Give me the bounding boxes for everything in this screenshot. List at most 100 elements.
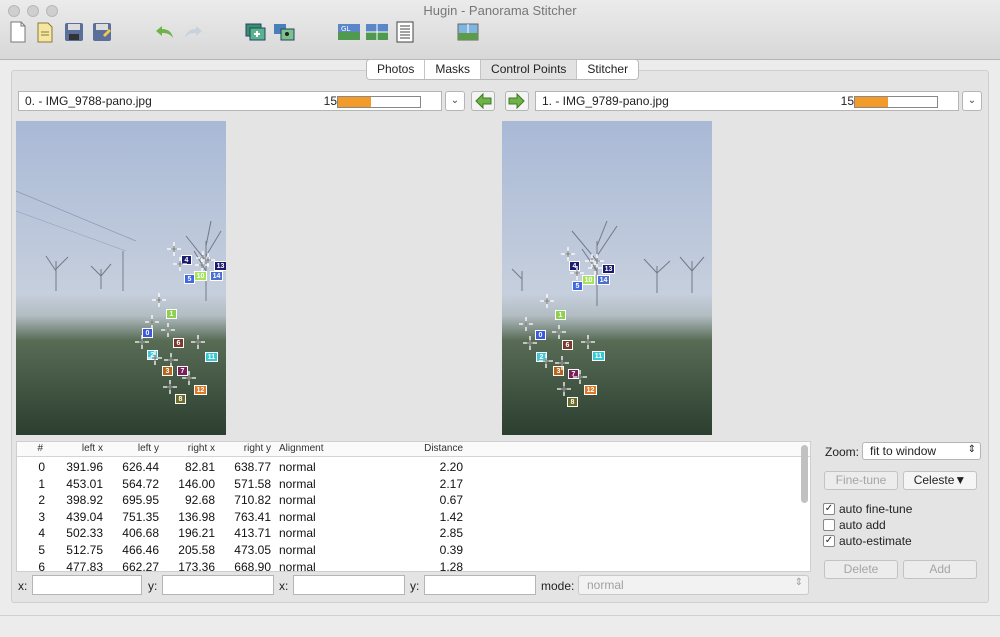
arrow-left-icon: [475, 92, 492, 110]
crosshair-icon[interactable]: [561, 247, 575, 261]
right-y-input[interactable]: [424, 575, 536, 595]
delete-button[interactable]: Delete: [824, 560, 898, 579]
column-header-right-x[interactable]: right x: [169, 443, 215, 454]
align-images-icon[interactable]: [272, 20, 296, 44]
control-point-label[interactable]: 6: [173, 338, 184, 348]
control-point-label[interactable]: 8: [175, 394, 186, 404]
new-project-icon[interactable]: [6, 20, 30, 44]
save-project-icon[interactable]: [62, 20, 86, 44]
crosshair-icon[interactable]: [191, 335, 205, 349]
left-x-input[interactable]: [32, 575, 142, 595]
cell-right-y: 710.82: [234, 493, 271, 508]
crosshair-icon[interactable]: [163, 380, 177, 394]
previous-image-button[interactable]: [471, 91, 495, 111]
tab-photos[interactable]: Photos: [367, 60, 426, 79]
control-point-label[interactable]: 12: [584, 385, 597, 395]
right-image-selector[interactable]: 1. - IMG_9789-pano.jpg 15: [535, 91, 959, 111]
left-image-dropdown[interactable]: ⌄: [445, 91, 465, 111]
control-point-label[interactable]: 12: [194, 385, 207, 395]
table-row[interactable]: 3 439.04 751.35 136.98 763.41 normal 1.42: [17, 508, 797, 524]
table-row[interactable]: 4 502.33 406.68 196.21 413.71 normal 2.85: [17, 524, 797, 540]
table-row[interactable]: 6 477.83 662.27 173.36 668.90 normal 1.28: [17, 558, 797, 572]
add-images-icon[interactable]: [244, 20, 268, 44]
right-image-name: 1. - IMG_9789-pano.jpg: [542, 94, 669, 108]
crosshair-icon[interactable]: [588, 261, 602, 275]
open-project-icon[interactable]: [34, 20, 58, 44]
table-row[interactable]: 2 398.92 695.95 92.68 710.82 normal 0.67: [17, 491, 797, 507]
crosshair-icon[interactable]: [539, 354, 553, 368]
crosshair-icon[interactable]: [164, 353, 178, 367]
undo-icon[interactable]: [153, 20, 177, 44]
control-point-label[interactable]: 13: [602, 264, 615, 274]
column-header-alignment[interactable]: Alignment: [279, 443, 323, 454]
control-point-label[interactable]: 10: [582, 275, 595, 285]
control-point-label[interactable]: 10: [194, 271, 207, 281]
auto-add-checkbox[interactable]: [823, 519, 835, 531]
control-point-label[interactable]: 14: [210, 271, 223, 281]
crosshair-icon[interactable]: [557, 382, 571, 396]
celeste-button[interactable]: Celeste▼: [903, 471, 977, 490]
table-scrollbar[interactable]: [801, 445, 808, 503]
column-header-left-x[interactable]: left x: [57, 443, 103, 454]
column-header-index[interactable]: #: [37, 443, 43, 454]
left-image-selector[interactable]: 0. - IMG_9788-pano.jpg 15: [18, 91, 442, 111]
crosshair-icon[interactable]: [148, 351, 162, 365]
right-image-view[interactable]: 0 1 2 3 4 5 6 7 8 10 11 12 13 14: [502, 121, 712, 435]
crosshair-icon[interactable]: [182, 371, 196, 385]
column-header-right-y[interactable]: right y: [225, 443, 271, 454]
cell-distance: 1.28: [439, 559, 463, 572]
control-point-label[interactable]: 8: [567, 397, 578, 407]
left-y-label: y:: [148, 579, 158, 593]
crosshair-icon[interactable]: [573, 370, 587, 384]
right-x-input[interactable]: [293, 575, 405, 595]
crosshair-icon[interactable]: [161, 323, 175, 337]
crosshair-icon[interactable]: [555, 356, 569, 370]
table-row[interactable]: 1 453.01 564.72 146.00 571.58 normal 2.17: [17, 475, 797, 491]
crosshair-icon[interactable]: [552, 325, 566, 339]
crosshair-icon[interactable]: [135, 335, 149, 349]
save-as-icon[interactable]: [90, 20, 114, 44]
crosshair-icon[interactable]: [523, 336, 537, 350]
control-point-label[interactable]: 1: [555, 310, 566, 320]
fast-preview-icon[interactable]: GL: [337, 20, 361, 44]
control-point-label[interactable]: 3: [162, 366, 173, 376]
zoom-select[interactable]: fit to window ⇕: [862, 442, 981, 460]
crosshair-icon[interactable]: [195, 258, 209, 272]
table-row[interactable]: 5 512.75 466.46 205.58 473.05 normal 0.39: [17, 541, 797, 557]
crosshair-icon[interactable]: [145, 315, 159, 329]
right-image-dropdown[interactable]: ⌄: [962, 91, 982, 111]
cell-distance: 2.17: [439, 476, 463, 491]
preview-panorama-icon[interactable]: [365, 20, 389, 44]
cell-left-y: 695.95: [122, 493, 159, 508]
auto-estimate-checkbox[interactable]: ✓: [823, 535, 835, 547]
crosshair-icon[interactable]: [581, 335, 595, 349]
control-point-label[interactable]: 1: [166, 309, 177, 319]
tab-masks[interactable]: Masks: [425, 60, 482, 79]
add-button[interactable]: Add: [903, 560, 977, 579]
control-point-label[interactable]: 14: [597, 275, 610, 285]
control-point-label[interactable]: 6: [562, 340, 573, 350]
tab-control-points[interactable]: Control Points: [481, 60, 578, 79]
crosshair-icon[interactable]: [173, 257, 187, 271]
column-header-distance[interactable]: Distance: [417, 443, 463, 454]
control-point-label[interactable]: 11: [592, 351, 605, 361]
crosshair-icon[interactable]: [152, 293, 166, 307]
left-y-input[interactable]: [162, 575, 274, 595]
auto-fine-tune-checkbox[interactable]: ✓: [823, 503, 835, 515]
tab-stitcher[interactable]: Stitcher: [577, 60, 639, 79]
crosshair-icon[interactable]: [519, 317, 533, 331]
control-points-table[interactable]: # left x left y right x right y Alignmen…: [16, 441, 811, 572]
table-row[interactable]: 0 391.96 626.44 82.81 638.77 normal 2.20: [17, 458, 797, 474]
mode-select[interactable]: normal ⇕: [578, 575, 809, 595]
optimizer-list-icon[interactable]: [393, 20, 417, 44]
control-point-label[interactable]: 11: [205, 352, 218, 362]
crosshair-icon[interactable]: [167, 242, 181, 256]
crosshair-icon[interactable]: [540, 294, 554, 308]
column-header-left-y[interactable]: left y: [113, 443, 159, 454]
panorama-image-icon[interactable]: [456, 20, 480, 44]
left-image-view[interactable]: 0 1 2 3 4 5 6 7 8 10 11 12 13 14: [16, 121, 226, 435]
redo-icon[interactable]: [181, 20, 205, 44]
next-image-button[interactable]: [505, 91, 529, 111]
fine-tune-button[interactable]: Fine-tune: [824, 471, 898, 490]
control-point-label[interactable]: 13: [214, 261, 226, 271]
